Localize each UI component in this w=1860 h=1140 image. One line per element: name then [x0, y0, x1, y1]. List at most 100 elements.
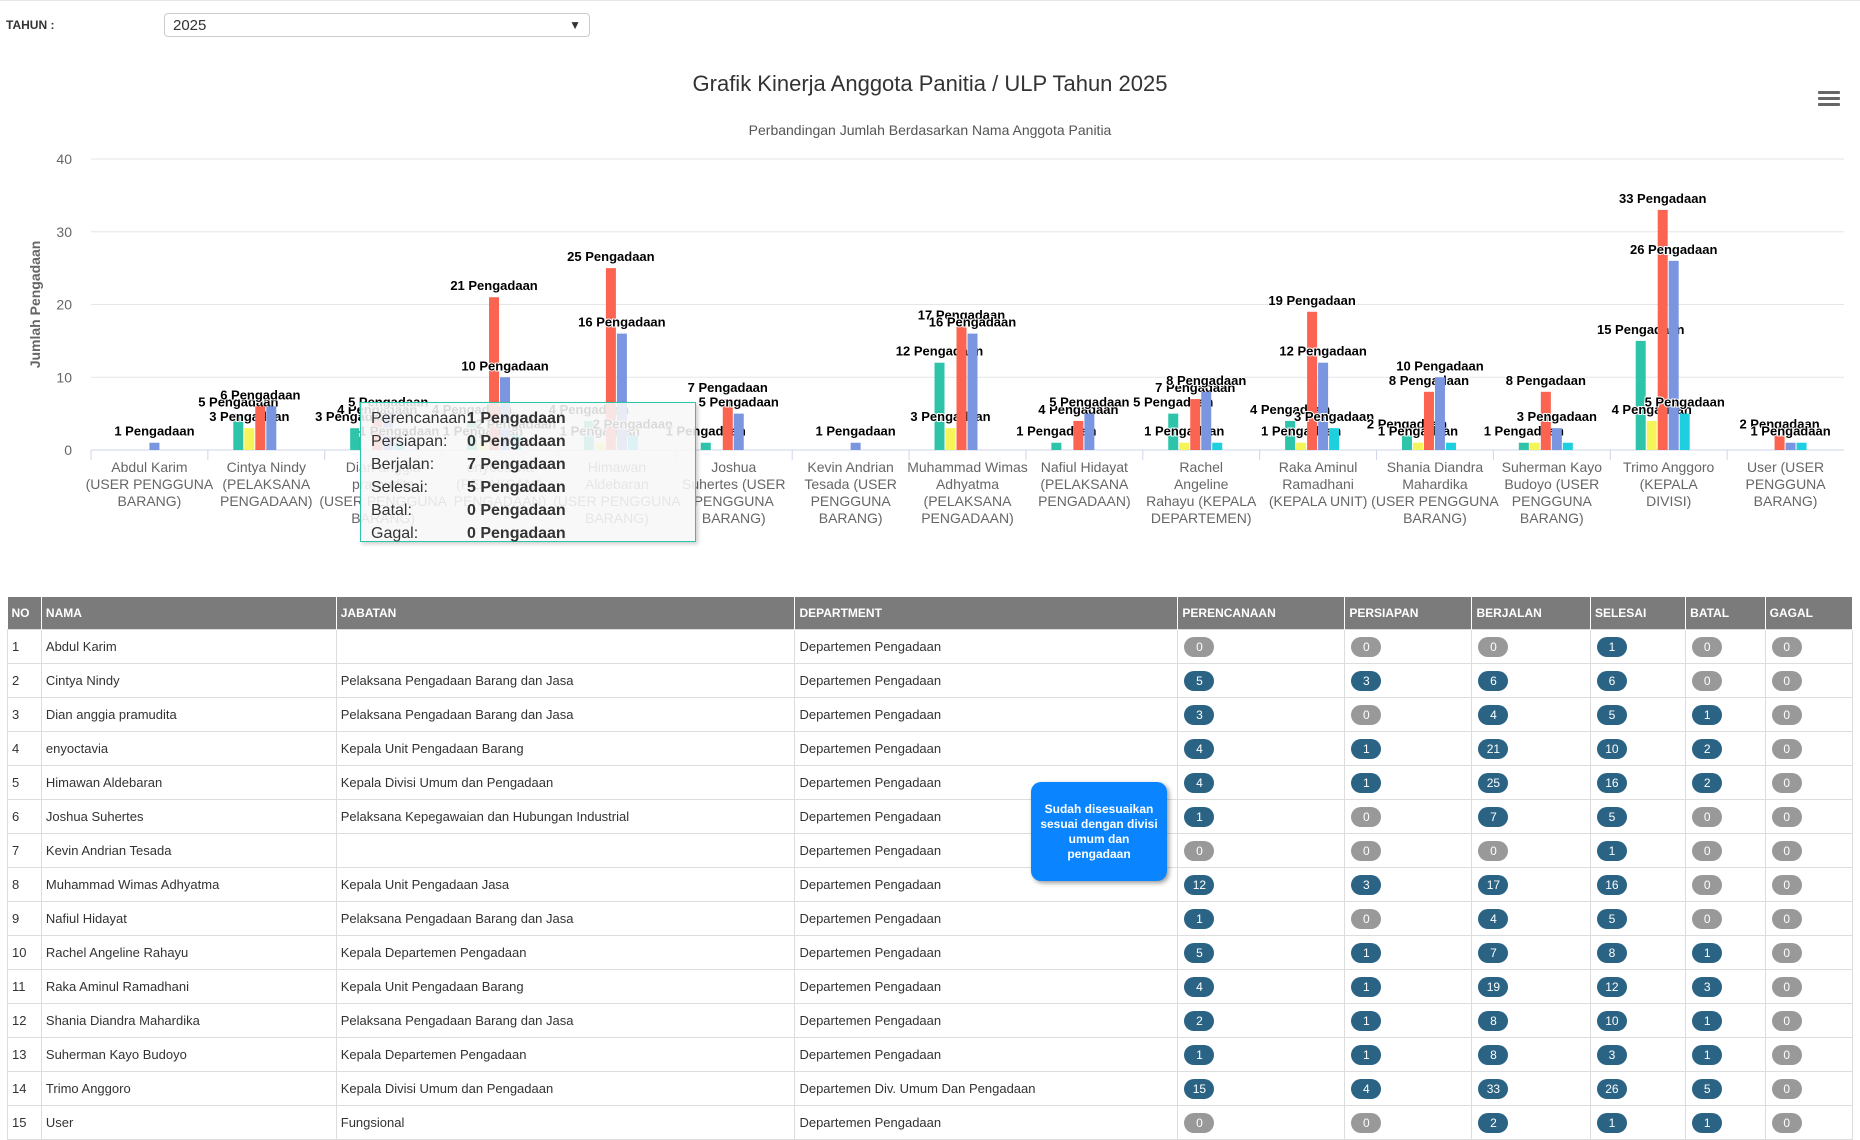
column-header[interactable]: DEPARTMENT — [794, 597, 1179, 630]
bar-selesai[interactable] — [1551, 428, 1562, 450]
bar-selesai[interactable] — [1785, 442, 1796, 450]
x-tick-label: Shania Diandra Mahardika (USER PENGGUNA BAR… — [1371, 459, 1499, 526]
cell-berjalan: 25 — [1471, 765, 1591, 800]
column-header[interactable]: NO — [7, 597, 42, 630]
bar-berjalan[interactable] — [1423, 391, 1434, 450]
cell-jabatan — [335, 629, 796, 664]
bar-selesai[interactable] — [1084, 413, 1095, 450]
table-row: 15 User Fungsional Departemen Pengadaan 0 0 2 1… — [7, 1105, 1854, 1140]
data-label: 8 Pengadaan — [1166, 373, 1246, 388]
cell-gagal: 0 — [1764, 1105, 1854, 1140]
cell-perencanaan: 1 — [1177, 799, 1346, 834]
count-badge: 0 — [1351, 806, 1382, 827]
cell-selesai: 1 — [1589, 1105, 1687, 1140]
data-label: 3 Pengadaan — [1517, 409, 1597, 424]
data-label: 33 Pengadaan — [1619, 191, 1706, 206]
table-row: 1 Abdul Karim Departemen Pengadaan 0 0 0 1 0 0 — [7, 629, 1854, 664]
bar-persiapan[interactable] — [945, 428, 956, 450]
tooltip-row: Perencanaan: 1 Pengadaan — [371, 407, 685, 430]
count-badge: 1 — [1596, 1112, 1627, 1133]
cell-persiapan: 3 — [1344, 867, 1473, 902]
count-badge: 1 — [1692, 704, 1723, 725]
year-select[interactable]: 2025 ▼ — [164, 13, 590, 37]
cell-jabatan: Pelaksana Kepegawaian dan Hubungan Indus… — [335, 799, 796, 834]
column-header[interactable]: NAMA — [41, 597, 337, 630]
count-badge: 5 — [1596, 908, 1627, 929]
bar-berjalan[interactable] — [956, 326, 967, 450]
bar-batal[interactable] — [1329, 428, 1340, 450]
bar-batal[interactable] — [1679, 413, 1690, 450]
bar-selesai[interactable] — [1201, 391, 1212, 450]
count-badge: 1 — [1596, 840, 1627, 861]
tooltip-value: 0 Pengadaan — [467, 502, 566, 519]
column-header[interactable]: BERJALAN — [1471, 597, 1591, 630]
bar-selesai[interactable] — [733, 413, 744, 450]
bar-batal[interactable] — [1562, 442, 1573, 450]
column-header[interactable]: GAGAL — [1765, 597, 1854, 630]
cell-selesai: 10 — [1589, 1003, 1687, 1038]
cell-batal: 0 — [1685, 867, 1766, 902]
y-tick-label: 30 — [56, 224, 72, 240]
bar-selesai[interactable] — [1318, 362, 1329, 450]
column-header[interactable]: PERSIAPAN — [1344, 597, 1473, 630]
chevron-down-icon: ▼ — [569, 18, 581, 32]
bar-perencanaan[interactable] — [1518, 442, 1529, 450]
chart-menu-icon[interactable] — [1818, 88, 1840, 109]
x-tick-label: Rachel Angeline Rahayu (KEPALA DEPARTEMEN) — [1146, 459, 1257, 526]
bar-selesai[interactable] — [149, 442, 160, 450]
count-badge: 16 — [1596, 874, 1627, 895]
count-badge: 0 — [1771, 1112, 1802, 1133]
bar-batal[interactable] — [1212, 442, 1223, 450]
bar-berjalan[interactable] — [1073, 420, 1084, 450]
cell-perencanaan: 0 — [1177, 833, 1346, 868]
bar-persiapan[interactable] — [244, 428, 255, 450]
bar-selesai[interactable] — [266, 406, 277, 450]
count-badge: 1 — [1184, 908, 1215, 929]
count-badge: 0 — [1184, 1112, 1215, 1133]
bar-persiapan[interactable] — [1179, 442, 1190, 450]
bar-berjalan[interactable] — [255, 406, 266, 450]
count-badge: 0 — [1771, 840, 1802, 861]
data-label: 19 Pengadaan — [1268, 293, 1355, 308]
bar-persiapan[interactable] — [1529, 442, 1540, 450]
bar-persiapan[interactable] — [1646, 420, 1657, 450]
bar-berjalan[interactable] — [1307, 311, 1318, 450]
tooltip-value: 0 Pengadaan — [467, 525, 566, 542]
bar-persiapan[interactable] — [1296, 442, 1307, 450]
year-value: 2025 — [173, 16, 207, 34]
bar-selesai[interactable] — [1668, 260, 1679, 450]
column-header[interactable]: JABATAN — [336, 597, 796, 630]
cell-batal: 0 — [1685, 799, 1766, 834]
count-badge: 1 — [1351, 1010, 1382, 1031]
count-badge: 4 — [1478, 704, 1509, 725]
count-badge: 2 — [1692, 772, 1723, 793]
cell-berjalan: 0 — [1471, 833, 1591, 868]
performance-table: NO NAMA JABATAN DEPARTMENT PERENCANAAN PERSIA… — [7, 597, 1854, 1140]
bar-perencanaan[interactable] — [700, 442, 711, 450]
count-badge: 33 — [1478, 1078, 1509, 1099]
count-badge: 4 — [1351, 1078, 1382, 1099]
bar-selesai[interactable] — [850, 442, 861, 450]
cell-selesai: 16 — [1589, 867, 1687, 902]
bar-selesai[interactable] — [967, 333, 978, 450]
bar-batal[interactable] — [1445, 442, 1456, 450]
y-tick-label: 20 — [56, 297, 72, 313]
x-tick-label: User (USER PENGGUNA BARANG) — [1746, 459, 1827, 509]
bar-selesai[interactable] — [1434, 377, 1445, 450]
table-row: 10 Rachel Angeline Rahayu Kepala Departeme… — [7, 935, 1854, 970]
table-header-row: NO NAMA JABATAN DEPARTMENT PERENCANAAN PERSIA… — [7, 597, 1854, 630]
bar-perencanaan[interactable] — [1051, 442, 1062, 450]
table-row: 4 enyoctavia Kepala Unit Pengadaan Barang D… — [7, 731, 1854, 766]
bar-persiapan[interactable] — [1412, 442, 1423, 450]
column-header[interactable]: PERENCANAAN — [1177, 597, 1346, 630]
column-header[interactable]: BATAL — [1685, 597, 1766, 630]
bar-berjalan[interactable] — [1190, 399, 1201, 450]
count-badge: 5 — [1184, 670, 1215, 691]
count-badge: 5 — [1692, 1078, 1723, 1099]
bar-perencanaan[interactable] — [934, 362, 945, 450]
count-badge: 7 — [1478, 942, 1509, 963]
cell-berjalan: 0 — [1471, 629, 1591, 664]
column-header[interactable]: SELESAI — [1590, 597, 1687, 630]
cell-berjalan: 19 — [1471, 969, 1591, 1004]
bar-batal[interactable] — [1796, 442, 1807, 450]
